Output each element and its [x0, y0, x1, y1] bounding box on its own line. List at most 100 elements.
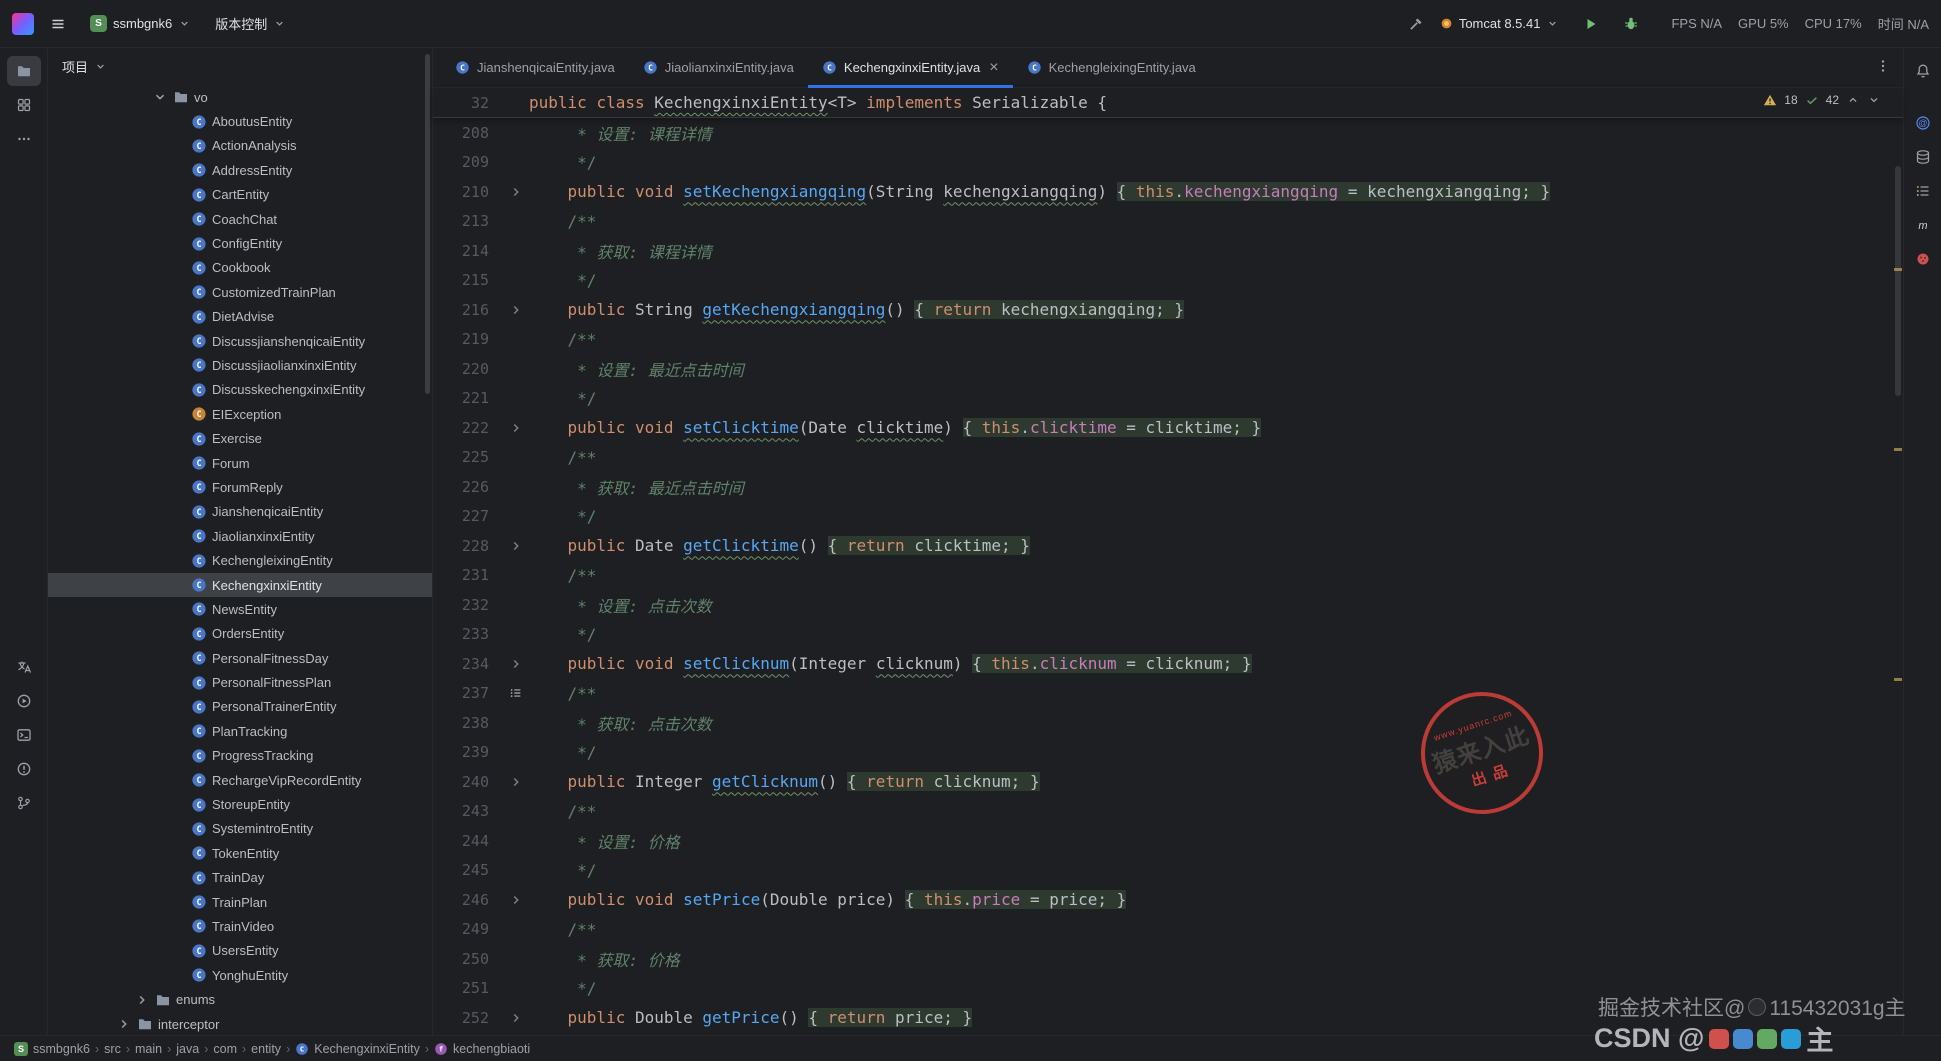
maven-tool-button[interactable]: m	[1906, 210, 1940, 240]
tree-item[interactable]: C Cookbook	[48, 256, 432, 280]
tree-item[interactable]: C ProgressTracking	[48, 744, 432, 768]
notifications-tool-button[interactable]	[1906, 56, 1940, 86]
tree-item[interactable]: C NewsEntity	[48, 597, 432, 621]
line-number[interactable]: 226	[433, 478, 503, 496]
bookmarks-tool-button[interactable]	[1906, 176, 1940, 206]
plugin-tool-button[interactable]	[1906, 244, 1940, 274]
line-number[interactable]: 214	[433, 242, 503, 260]
run-button[interactable]	[1575, 11, 1607, 37]
line-number[interactable]: 210	[433, 183, 503, 201]
breadcrumb-item[interactable]: java	[176, 1042, 199, 1056]
line-number[interactable]: 243	[433, 802, 503, 820]
database-tool-button[interactable]	[1906, 142, 1940, 172]
ai-assistant-tool-button[interactable]: @	[1906, 108, 1940, 138]
line-number[interactable]: 245	[433, 861, 503, 879]
line-number[interactable]: 220	[433, 360, 503, 378]
line-number[interactable]: 232	[433, 596, 503, 614]
line-number[interactable]: 222	[433, 419, 503, 437]
tree-item[interactable]: C JiaolianxinxiEntity	[48, 524, 432, 548]
tree-item[interactable]: C TrainDay	[48, 866, 432, 890]
line-number[interactable]: 250	[433, 950, 503, 968]
line-number[interactable]: 228	[433, 537, 503, 555]
vcs-widget[interactable]: 版本控制	[207, 9, 294, 38]
gutter-cell[interactable]	[503, 1011, 529, 1025]
tree-item[interactable]: C YonghuEntity	[48, 963, 432, 987]
tree-item[interactable]: C Exercise	[48, 426, 432, 450]
breadcrumb-item[interactable]: com	[213, 1042, 237, 1056]
tree-item[interactable]: C DiscussjianshenqicaiEntity	[48, 329, 432, 353]
gutter-cell[interactable]	[503, 539, 529, 553]
gutter-cell[interactable]	[503, 303, 529, 317]
tree-item[interactable]: C DiscusskechengxinxiEntity	[48, 378, 432, 402]
tree-item[interactable]: enums	[48, 987, 432, 1011]
more-tools-tool-button[interactable]	[7, 124, 41, 154]
terminal-tool-button[interactable]	[7, 720, 41, 750]
tree-item[interactable]: C StoreupEntity	[48, 792, 432, 816]
line-number[interactable]: 231	[433, 566, 503, 584]
tree-item[interactable]: C DiscussjiaolianxinxiEntity	[48, 353, 432, 377]
gutter-cell[interactable]	[503, 421, 529, 435]
tree-item[interactable]: C DietAdvise	[48, 305, 432, 329]
tree-item[interactable]: C ActionAnalysis	[48, 134, 432, 158]
line-number[interactable]: 246	[433, 891, 503, 909]
tab-JiaolianxinxiEntity.java[interactable]: C JiaolianxinxiEntity.java	[629, 48, 808, 87]
main-menu-button[interactable]	[42, 11, 74, 37]
build-icon[interactable]	[1408, 16, 1424, 32]
line-number[interactable]: 239	[433, 743, 503, 761]
tree-item[interactable]: C EIException	[48, 402, 432, 426]
tree-item[interactable]: C PersonalFitnessDay	[48, 646, 432, 670]
line-number[interactable]: 213	[433, 212, 503, 230]
editor-scrollbar[interactable]	[1895, 166, 1901, 396]
breadcrumb-item[interactable]: src	[104, 1042, 121, 1056]
tree-item[interactable]: C JianshenqicaiEntity	[48, 500, 432, 524]
project-widget[interactable]: S ssmbgnk6	[82, 10, 199, 37]
tab-KechengxinxiEntity.java[interactable]: C KechengxinxiEntity.java ×	[807, 48, 1013, 88]
line-number[interactable]: 234	[433, 655, 503, 673]
tree-item[interactable]: C Forum	[48, 451, 432, 475]
line-number[interactable]: 233	[433, 625, 503, 643]
line-number[interactable]: 215	[433, 271, 503, 289]
tree-item[interactable]: C KechengxinxiEntity	[48, 572, 432, 598]
line-number[interactable]: 219	[433, 330, 503, 348]
line-number[interactable]: 32	[433, 94, 503, 112]
tree-item[interactable]: C KechengleixingEntity	[48, 548, 432, 572]
line-number[interactable]: 249	[433, 920, 503, 938]
tree-item[interactable]: C ConfigEntity	[48, 231, 432, 255]
tree-item[interactable]: C ForumReply	[48, 475, 432, 499]
version-control-tool-button[interactable]	[7, 788, 41, 818]
line-number[interactable]: 237	[433, 684, 503, 702]
debug-button[interactable]	[1615, 11, 1647, 37]
tree-item[interactable]: interceptor	[48, 1012, 432, 1035]
line-number[interactable]: 244	[433, 832, 503, 850]
tree-scrollbar[interactable]	[425, 54, 430, 394]
previous-issue-button[interactable]	[1846, 93, 1860, 107]
line-number[interactable]: 225	[433, 448, 503, 466]
breadcrumb-item[interactable]: C KechengxinxiEntity	[295, 1042, 420, 1056]
breadcrumb-item[interactable]: f kechengbiaoti	[434, 1042, 530, 1056]
modules-tool-button[interactable]	[7, 90, 41, 120]
gutter-cell[interactable]	[503, 185, 529, 199]
tree-item[interactable]: C TrainPlan	[48, 890, 432, 914]
tab-JianshenqicaiEntity.java[interactable]: C JianshenqicaiEntity.java	[441, 48, 629, 87]
breadcrumb-item[interactable]: main	[135, 1042, 162, 1056]
tree-item[interactable]: C TokenEntity	[48, 841, 432, 865]
line-number[interactable]: 251	[433, 979, 503, 997]
line-number[interactable]: 252	[433, 1009, 503, 1027]
next-issue-button[interactable]	[1867, 93, 1881, 107]
inspections-widget[interactable]: 18 42	[1757, 91, 1887, 109]
services-tool-button[interactable]	[7, 686, 41, 716]
tree-item[interactable]: C AddressEntity	[48, 158, 432, 182]
gutter-cell[interactable]	[503, 775, 529, 789]
line-number[interactable]: 240	[433, 773, 503, 791]
tree-item[interactable]: C CoachChat	[48, 207, 432, 231]
tree-item[interactable]: C SystemintroEntity	[48, 817, 432, 841]
project-panel-header[interactable]: 项目	[48, 48, 432, 85]
tree-item[interactable]: C UsersEntity	[48, 939, 432, 963]
line-number[interactable]: 238	[433, 714, 503, 732]
close-icon[interactable]: ×	[989, 59, 998, 76]
tree-item[interactable]: C TrainVideo	[48, 914, 432, 938]
tree-item[interactable]: C OrdersEntity	[48, 622, 432, 646]
translation-tool-button[interactable]	[7, 652, 41, 682]
run-configuration-widget[interactable]: Tomcat 8.5.41	[1432, 11, 1568, 36]
gutter-cell[interactable]	[503, 657, 529, 671]
